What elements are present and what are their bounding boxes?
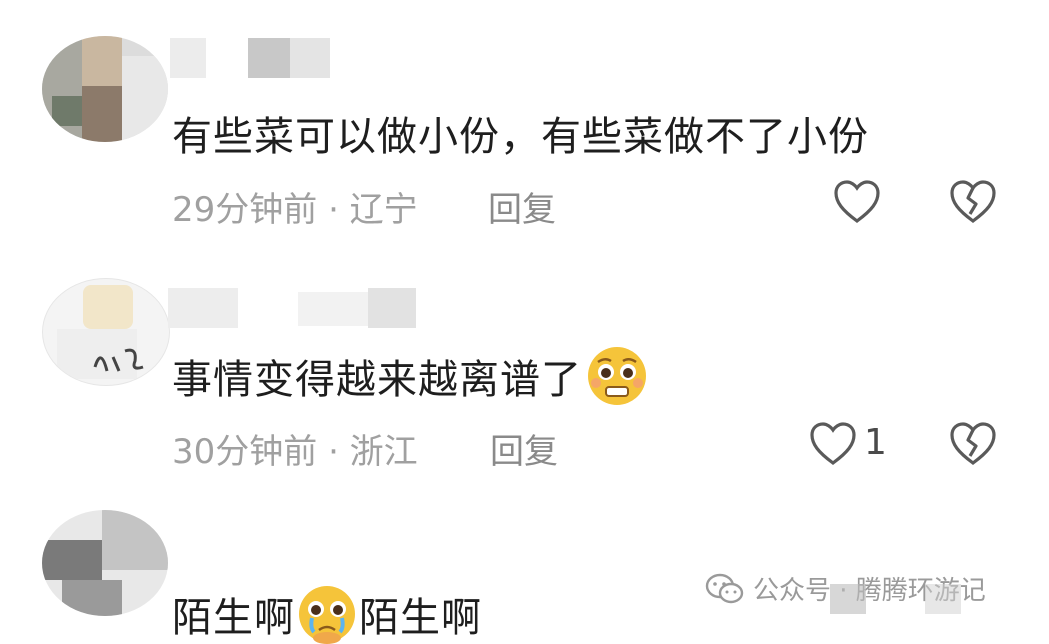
avatar[interactable] [42,510,168,616]
broken-heart-icon[interactable] [948,420,998,468]
comment-text: 有些菜可以做小份，有些菜做不了小份 [172,114,869,160]
comment-item: 事情变得越来越离谱了 30分钟前 · 浙江 回复 1 [0,250,1049,490]
avatar[interactable] [42,278,170,386]
comment-text-label: 陌生啊 [172,595,295,641]
crying-pleading-face-emoji [299,586,355,644]
username-blurred[interactable] [168,288,418,328]
comment-time-location: 30分钟前 · 浙江 [172,432,418,472]
wechat-icon [705,573,744,603]
heart-icon[interactable] [832,178,882,226]
heart-icon[interactable] [808,420,858,468]
avatar[interactable] [42,36,168,142]
watermark-pixelation [925,584,961,614]
comment-item: 有些菜可以做小份，有些菜做不了小份 29分钟前 · 辽宁 回复 [0,0,1049,240]
pleading-face-emoji [588,347,646,405]
comment-text: 陌生啊 陌生啊 [172,584,482,644]
watermark-pixelation [830,584,866,614]
comment-text-label: 陌生啊 [359,595,482,641]
comment-text: 事情变得越来越离谱了 [172,346,648,406]
reply-button[interactable]: 回复 [490,424,558,473]
reply-button[interactable]: 回复 [488,182,556,231]
username-blurred[interactable] [170,38,330,78]
like-count: 1 [864,422,887,463]
comment-text-label: 事情变得越来越离谱了 [172,357,582,403]
comment-time-location: 29分钟前 · 辽宁 [172,190,418,230]
broken-heart-icon[interactable] [948,178,998,226]
